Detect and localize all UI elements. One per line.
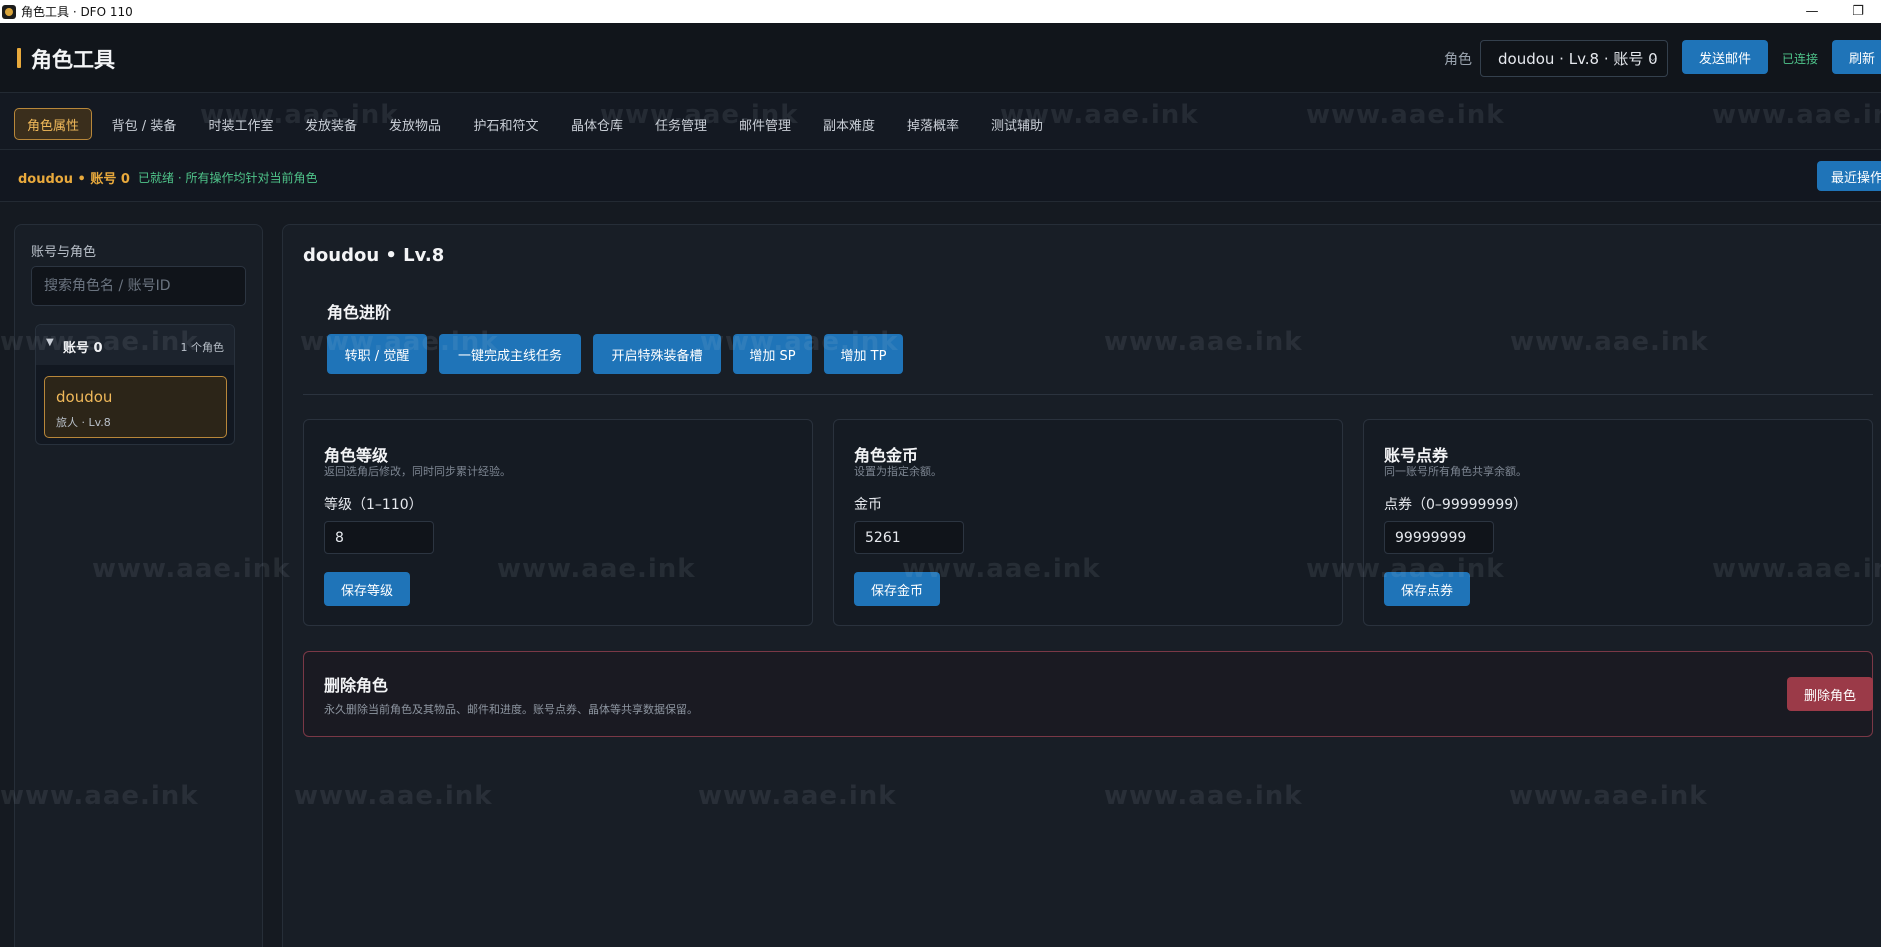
gold-input[interactable] <box>854 521 964 554</box>
role-select[interactable]: doudou · Lv.8 · 账号 0 ⌵ <box>1480 40 1668 77</box>
complete-main-quests-button[interactable]: 一键完成主线任务 <box>439 334 581 374</box>
app-header: 角色工具 角色 doudou · Lv.8 · 账号 0 ⌵ 发送邮件 已连接 … <box>0 23 1881 93</box>
refresh-button[interactable]: 刷新 <box>1832 40 1881 74</box>
delete-character-title: 删除角色 <box>324 676 389 695</box>
tab-quest-management[interactable]: 任务管理 <box>650 108 712 140</box>
advance-section-title: 角色进阶 <box>327 303 392 322</box>
tab-character-attributes[interactable]: 角色属性 <box>14 108 92 140</box>
points-field-label: 点券（0–99999999） <box>1384 497 1528 513</box>
window-title: 角色工具 · DFO 110 <box>21 5 133 19</box>
page-title: doudou • Lv.8 <box>303 245 445 266</box>
delete-character-card: 删除角色 永久删除当前角色及其物品、邮件和进度。账号点券、晶体等共享数据保留。 … <box>303 651 1873 737</box>
sidebar-title: 账号与角色 <box>31 245 97 260</box>
tab-dungeon-difficulty[interactable]: 副本难度 <box>818 108 880 140</box>
tab-mail-management[interactable]: 邮件管理 <box>734 108 796 140</box>
restore-icon[interactable]: ❐ <box>1835 0 1881 23</box>
character-list-item[interactable]: doudou 旅人 · Lv.8 <box>44 376 227 438</box>
level-field-label: 等级（1–110） <box>324 497 423 513</box>
section-divider <box>303 394 1873 395</box>
tab-bar: 角色属性 背包 / 装备 时装工作室 发放装备 发放物品 护石和符文 晶体仓库 … <box>0 93 1881 150</box>
search-input[interactable] <box>31 266 246 306</box>
gold-card-desc: 设置为指定余额。 <box>854 465 942 478</box>
points-card-desc: 同一账号所有角色共享余额。 <box>1384 465 1527 478</box>
collapse-icon[interactable]: ▼ <box>46 337 54 348</box>
status-message: 已就绪 · 所有操作均针对当前角色 <box>138 171 318 185</box>
account-character-count: 1 个角色 <box>180 341 225 354</box>
current-character-indicator: doudou • 账号 0 <box>18 172 130 187</box>
connection-status: 已连接 <box>1782 52 1819 66</box>
add-tp-button[interactable]: 增加 TP <box>824 334 903 374</box>
sidebar: 账号与角色 ▼ 账号 0 1 个角色 doudou 旅人 · Lv.8 <box>14 224 263 947</box>
save-level-button[interactable]: 保存等级 <box>324 572 410 606</box>
tab-drop-rate[interactable]: 掉落概率 <box>902 108 964 140</box>
gold-field-label: 金币 <box>854 497 882 513</box>
job-advance-button[interactable]: 转职 / 觉醒 <box>327 334 427 374</box>
level-card: 角色等级 返回选角后修改，同时同步累计经验。 等级（1–110） 保存等级 <box>303 419 813 626</box>
points-card: 账号点券 同一账号所有角色共享余额。 点券（0–99999999） 保存点券 <box>1363 419 1873 626</box>
tab-inventory-equipment[interactable]: 背包 / 装备 <box>104 108 184 140</box>
account-header[interactable]: ▼ 账号 0 1 个角色 <box>36 325 234 365</box>
tab-talisman-runes[interactable]: 护石和符文 <box>468 108 544 140</box>
unlock-special-slot-button[interactable]: 开启特殊装备槽 <box>593 334 721 374</box>
account-name: 账号 0 <box>63 341 103 356</box>
level-input[interactable] <box>324 521 434 554</box>
window-controls: — ❐ <box>1789 0 1881 23</box>
level-card-desc: 返回选角后修改，同时同步累计经验。 <box>324 465 511 478</box>
role-select-value: doudou · Lv.8 · 账号 0 <box>1498 50 1658 68</box>
add-sp-button[interactable]: 增加 SP <box>733 334 812 374</box>
tab-crystal-storage[interactable]: 晶体仓库 <box>566 108 628 140</box>
character-subtitle: 旅人 · Lv.8 <box>56 416 111 429</box>
window-titlebar: 角色工具 · DFO 110 — ❐ <box>0 0 1881 23</box>
send-mail-button[interactable]: 发送邮件 <box>1682 40 1768 74</box>
brand-accent-bar <box>17 48 21 68</box>
main-panel: doudou • Lv.8 角色进阶 转职 / 觉醒 一键完成主线任务 开启特殊… <box>282 224 1881 947</box>
recent-operations-button[interactable]: 最近操作 <box>1817 161 1881 191</box>
status-strip: doudou • 账号 0 已就绪 · 所有操作均针对当前角色 最近操作 <box>0 150 1881 202</box>
account-group: ▼ 账号 0 1 个角色 doudou 旅人 · Lv.8 <box>35 324 235 445</box>
points-input[interactable] <box>1384 521 1494 554</box>
tab-issue-items[interactable]: 发放物品 <box>384 108 446 140</box>
delete-character-button[interactable]: 删除角色 <box>1787 677 1873 711</box>
tab-fashion-studio[interactable]: 时装工作室 <box>204 108 278 140</box>
chevron-down-icon: ⌵ <box>1648 51 1657 64</box>
role-label: 角色 <box>1444 52 1472 68</box>
minimize-icon[interactable]: — <box>1789 0 1835 23</box>
save-points-button[interactable]: 保存点券 <box>1384 572 1470 606</box>
app-title: 角色工具 <box>31 48 115 72</box>
tab-test-tools[interactable]: 测试辅助 <box>986 108 1048 140</box>
gold-card: 角色金币 设置为指定余额。 金币 保存金币 <box>833 419 1343 626</box>
character-name: doudou <box>56 388 113 406</box>
tab-issue-equipment[interactable]: 发放装备 <box>300 108 362 140</box>
delete-character-desc: 永久删除当前角色及其物品、邮件和进度。账号点券、晶体等共享数据保留。 <box>324 703 698 716</box>
save-gold-button[interactable]: 保存金币 <box>854 572 940 606</box>
app-icon <box>2 4 16 19</box>
